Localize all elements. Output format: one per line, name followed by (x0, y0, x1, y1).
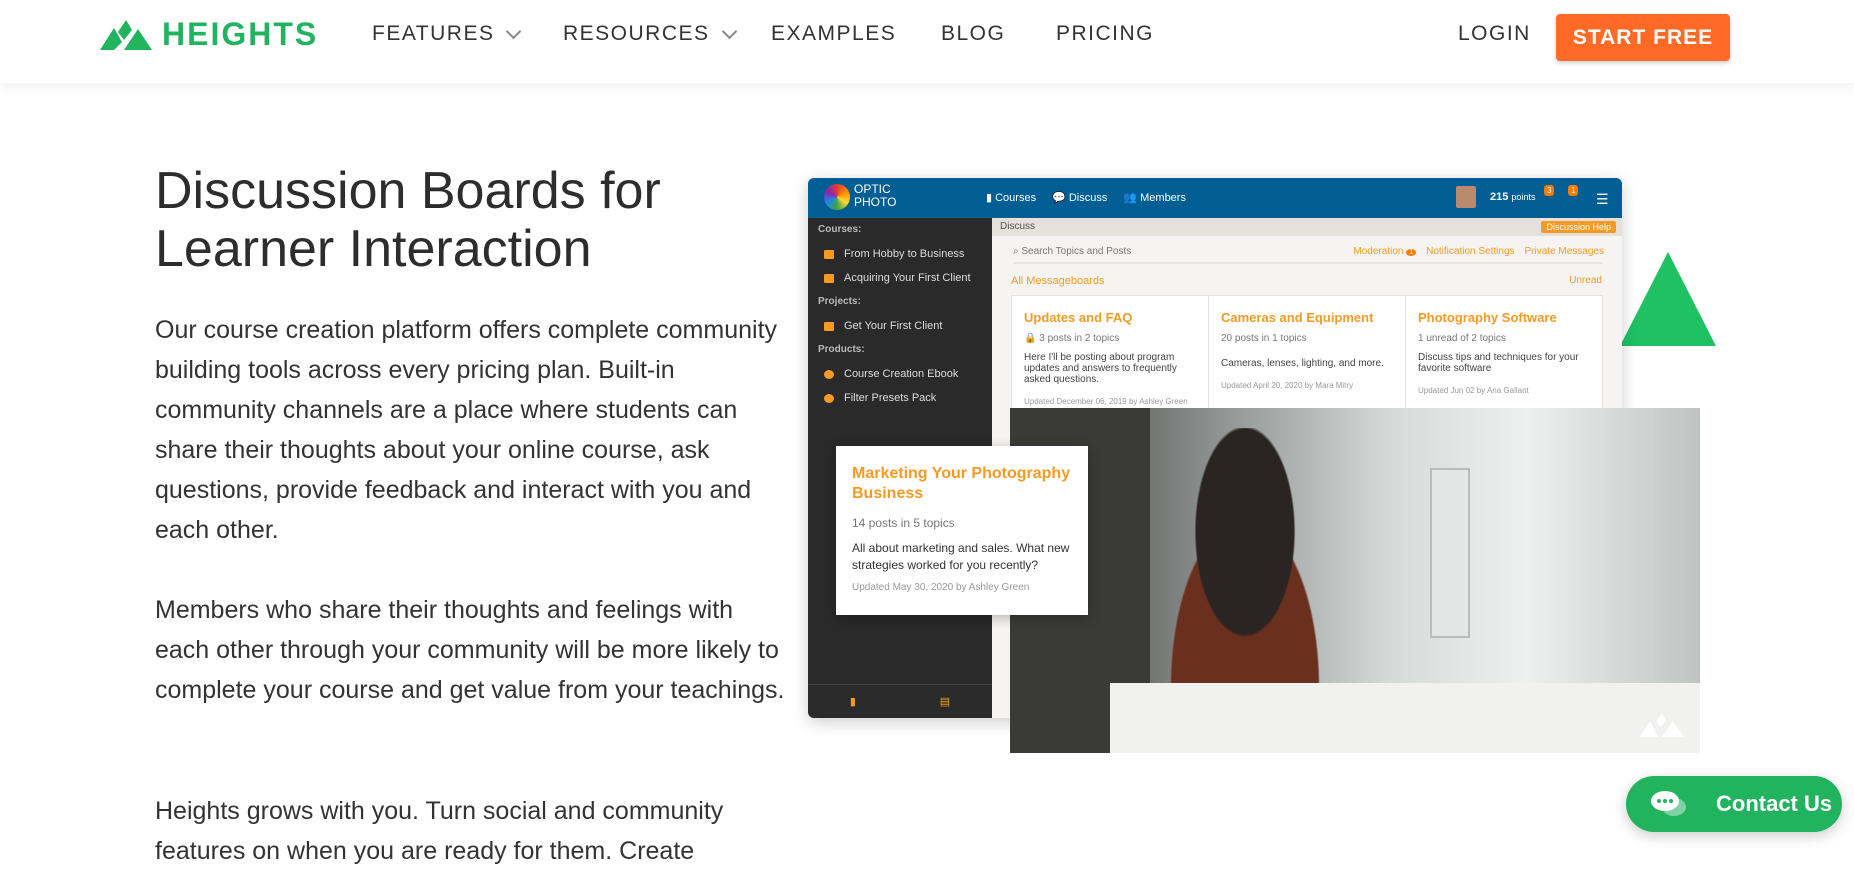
heights-watermark-icon (1640, 713, 1684, 737)
hero-paragraph: Heights grows with you. Turn social and … (155, 797, 724, 865)
board-card[interactable]: Updates and FAQ 🔒 3 posts in 2 topics Here… (1011, 295, 1209, 415)
nav-resources[interactable]: RESOURCES (563, 22, 737, 46)
brand-name: HEIGHTS (162, 16, 319, 52)
nav-label: RESOURCES (563, 22, 710, 45)
folder-icon (824, 273, 834, 283)
sidebar-item[interactable]: Get Your First Client (808, 314, 992, 338)
discussion-help-button[interactable]: Discussion Help (1541, 221, 1616, 233)
private-messages-link[interactable]: Private Messages (1525, 246, 1604, 257)
box-icon (824, 393, 834, 403)
sidebar-item[interactable]: Course Creation Ebook (808, 362, 992, 386)
breadcrumb: Discuss (992, 218, 1622, 236)
mockup-nav-discuss[interactable]: 💬 Discuss (1052, 191, 1107, 204)
sidebar-item[interactable]: Acquiring Your First Client (808, 266, 992, 290)
box-icon (824, 369, 834, 379)
site-header: HEIGHTS FEATURES RESOURCES EXAMPLES BLOG… (0, 0, 1854, 83)
folder-icon (824, 249, 834, 259)
message-icon[interactable]: 1 (1568, 185, 1579, 196)
document-icon[interactable]: ▤ (940, 695, 950, 708)
featured-board-card[interactable]: Marketing Your Photography Business 14 p… (836, 446, 1088, 615)
heights-logo[interactable]: HEIGHTS (100, 16, 318, 53)
bookmark-icon[interactable]: ▮ (850, 695, 856, 708)
contact-us-label: Contact Us (1716, 791, 1833, 816)
mountain-logo-icon (100, 19, 152, 50)
all-messageboards-link[interactable]: All Messageboards (1011, 275, 1105, 287)
chat-bubbles-icon (1651, 791, 1686, 816)
nav-blog[interactable]: BLOG (941, 22, 1005, 46)
bell-icon[interactable]: 3 (1544, 185, 1555, 196)
hero-paragraph: Members who share their thoughts and fee… (155, 596, 785, 704)
hero-paragraph: Our course creation platform offers comp… (155, 316, 778, 544)
contact-us-button[interactable]: Contact Us (1626, 776, 1842, 832)
avatar[interactable] (1456, 186, 1476, 208)
notification-settings-link[interactable]: Notification Settings (1426, 246, 1514, 257)
board-card[interactable]: Cameras and Equipment 20 posts in 1 topic… (1208, 295, 1406, 415)
mockup-nav-members[interactable]: 👥 Members (1123, 191, 1186, 204)
hamburger-menu-icon[interactable]: ☰ (1596, 191, 1609, 208)
briefcase-icon (824, 321, 834, 331)
nav-examples[interactable]: EXAMPLES (771, 22, 896, 46)
nav-features[interactable]: FEATURES (372, 22, 522, 46)
moderation-link[interactable]: Moderation 1 (1353, 246, 1417, 257)
optic-photo-logo-icon (824, 184, 850, 210)
woman-at-computer-photo (1010, 408, 1700, 753)
chevron-down-icon (721, 23, 737, 39)
points: 215 points (1490, 191, 1536, 203)
page-title: Discussion Boards for Learner Interactio… (155, 162, 661, 278)
start-free-button[interactable]: START FREE (1556, 14, 1730, 61)
sidebar-item[interactable]: Filter Presets Pack (808, 386, 992, 410)
sidebar-item[interactable]: From Hobby to Business (808, 242, 992, 266)
board-card[interactable]: Photography Software 1 unread of 2 topics… (1405, 295, 1603, 415)
login-link[interactable]: LOGIN (1458, 22, 1531, 46)
nav-pricing[interactable]: PRICING (1056, 22, 1154, 46)
unread-link[interactable]: Unread (1569, 275, 1602, 286)
mockup-brand: OPTIC PHOTO (854, 182, 897, 209)
mockup-nav-courses[interactable]: ▮ Courses (986, 191, 1036, 204)
mockup-topbar: OPTIC PHOTO ▮ Courses 💬 Discuss 👥 Members… (808, 178, 1622, 218)
nav-label: FEATURES (372, 22, 495, 45)
chevron-down-icon (506, 23, 522, 39)
